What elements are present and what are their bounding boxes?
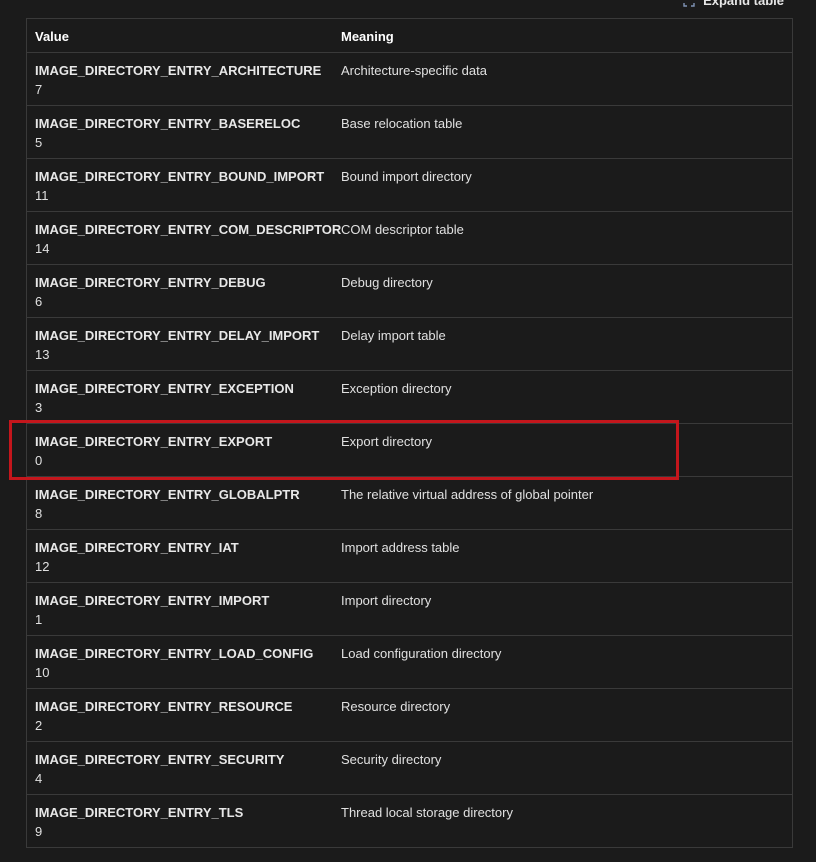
- meaning-cell: Import address table: [341, 539, 460, 555]
- constant-name: IMAGE_DIRECTORY_ENTRY_ARCHITECTURE: [35, 62, 322, 78]
- constant-name: IMAGE_DIRECTORY_ENTRY_TLS: [35, 804, 244, 820]
- table-row: IMAGE_DIRECTORY_ENTRY_DELAY_IMPORT 13 De…: [27, 317, 792, 370]
- constant-value: 7: [35, 81, 43, 97]
- value-cell: IMAGE_DIRECTORY_ENTRY_IAT 12: [27, 529, 333, 582]
- constant-name: IMAGE_DIRECTORY_ENTRY_RESOURCE: [35, 698, 293, 714]
- constant-name: IMAGE_DIRECTORY_ENTRY_IMPORT: [35, 592, 270, 608]
- constant-value: 5: [35, 134, 43, 150]
- meaning-cell: Architecture-specific data: [341, 62, 487, 78]
- constant-value: 12: [35, 558, 50, 574]
- value-cell: IMAGE_DIRECTORY_ENTRY_BOUND_IMPORT 11: [27, 158, 333, 211]
- constant-name: IMAGE_DIRECTORY_ENTRY_DELAY_IMPORT: [35, 327, 320, 343]
- value-cell: IMAGE_DIRECTORY_ENTRY_ARCHITECTURE 7: [27, 52, 333, 105]
- constant-value: 1: [35, 611, 43, 627]
- value-cell: IMAGE_DIRECTORY_ENTRY_GLOBALPTR 8: [27, 476, 333, 529]
- page: Expand table Value Meaning IMAGE_DIRECTO…: [0, 0, 816, 862]
- expand-table-label: Expand table: [703, 0, 784, 8]
- meaning-cell: Thread local storage directory: [341, 804, 513, 820]
- meaning-cell: Exception directory: [341, 380, 452, 396]
- table-row: IMAGE_DIRECTORY_ENTRY_COM_DESCRIPTOR 14 …: [27, 211, 792, 264]
- expand-table-button[interactable]: Expand table: [683, 0, 784, 8]
- meaning-cell: Bound import directory: [341, 168, 472, 184]
- table-row: IMAGE_DIRECTORY_ENTRY_TLS 9 Thread local…: [27, 794, 792, 847]
- value-cell: IMAGE_DIRECTORY_ENTRY_RESOURCE 2: [27, 688, 333, 741]
- table-row: IMAGE_DIRECTORY_ENTRY_IMPORT 1 Import di…: [27, 582, 792, 635]
- meaning-cell: Resource directory: [341, 698, 451, 714]
- table-body: IMAGE_DIRECTORY_ENTRY_ARCHITECTURE 7 Arc…: [27, 52, 792, 847]
- constant-value: 4: [35, 770, 43, 786]
- value-cell: IMAGE_DIRECTORY_ENTRY_EXPORT 0: [27, 423, 333, 476]
- constant-name: IMAGE_DIRECTORY_ENTRY_GLOBALPTR: [35, 486, 300, 502]
- constant-name: IMAGE_DIRECTORY_ENTRY_COM_DESCRIPTOR: [35, 221, 342, 237]
- meaning-cell: Import directory: [341, 592, 432, 608]
- data-table: Value Meaning IMAGE_DIRECTORY_ENTRY_ARCH…: [26, 18, 793, 848]
- constant-value: 9: [35, 823, 43, 839]
- constant-name: IMAGE_DIRECTORY_ENTRY_IAT: [35, 539, 239, 555]
- meaning-cell: Debug directory: [341, 274, 433, 290]
- table-row: IMAGE_DIRECTORY_ENTRY_EXCEPTION 3 Except…: [27, 370, 792, 423]
- value-cell: IMAGE_DIRECTORY_ENTRY_EXCEPTION 3: [27, 370, 333, 423]
- constant-value: 2: [35, 717, 43, 733]
- constant-name: IMAGE_DIRECTORY_ENTRY_DEBUG: [35, 274, 266, 290]
- table-row: IMAGE_DIRECTORY_ENTRY_GLOBALPTR 8 The re…: [27, 476, 792, 529]
- constant-value: 11: [35, 187, 49, 203]
- meaning-cell: Security directory: [341, 751, 442, 767]
- value-cell: IMAGE_DIRECTORY_ENTRY_IMPORT 1: [27, 582, 333, 635]
- meaning-cell: Base relocation table: [341, 115, 463, 131]
- expand-icon: [683, 0, 695, 7]
- constant-name: IMAGE_DIRECTORY_ENTRY_EXPORT: [35, 433, 273, 449]
- table-header-row: Value Meaning: [27, 19, 792, 52]
- value-cell: IMAGE_DIRECTORY_ENTRY_TLS 9: [27, 794, 333, 847]
- meaning-cell: Load configuration directory: [341, 645, 502, 661]
- table-row: IMAGE_DIRECTORY_ENTRY_SECURITY 4 Securit…: [27, 741, 792, 794]
- meaning-cell: The relative virtual address of global p…: [341, 486, 594, 502]
- table-row: IMAGE_DIRECTORY_ENTRY_DEBUG 6 Debug dire…: [27, 264, 792, 317]
- meaning-cell: Delay import table: [341, 327, 446, 343]
- table-row-highlighted: IMAGE_DIRECTORY_ENTRY_EXPORT 0 Export di…: [27, 423, 792, 476]
- constant-value: 6: [35, 293, 43, 309]
- constant-value: 13: [35, 346, 50, 362]
- table-row: IMAGE_DIRECTORY_ENTRY_BOUND_IMPORT 11 Bo…: [27, 158, 792, 211]
- header-value: Value: [35, 29, 69, 44]
- value-cell: IMAGE_DIRECTORY_ENTRY_LOAD_CONFIG 10: [27, 635, 333, 688]
- value-cell: IMAGE_DIRECTORY_ENTRY_DELAY_IMPORT 13: [27, 317, 333, 370]
- table-row: IMAGE_DIRECTORY_ENTRY_LOAD_CONFIG 10 Loa…: [27, 635, 792, 688]
- constant-name: IMAGE_DIRECTORY_ENTRY_BOUND_IMPORT: [35, 168, 325, 184]
- header-meaning: Meaning: [341, 29, 394, 44]
- value-cell: IMAGE_DIRECTORY_ENTRY_COM_DESCRIPTOR 14: [27, 211, 342, 264]
- constant-name: IMAGE_DIRECTORY_ENTRY_LOAD_CONFIG: [35, 645, 314, 661]
- constant-name: IMAGE_DIRECTORY_ENTRY_SECURITY: [35, 751, 285, 767]
- value-cell: IMAGE_DIRECTORY_ENTRY_SECURITY 4: [27, 741, 333, 794]
- meaning-cell: Export directory: [341, 433, 433, 449]
- constant-value: 8: [35, 505, 43, 521]
- table-row: IMAGE_DIRECTORY_ENTRY_BASERELOC 5 Base r…: [27, 105, 792, 158]
- constant-name: IMAGE_DIRECTORY_ENTRY_EXCEPTION: [35, 380, 294, 396]
- constant-value: 10: [35, 664, 50, 680]
- constant-name: IMAGE_DIRECTORY_ENTRY_BASERELOC: [35, 115, 301, 131]
- meaning-cell: COM descriptor table: [341, 221, 464, 237]
- constant-value: 14: [35, 240, 50, 256]
- value-cell: IMAGE_DIRECTORY_ENTRY_DEBUG 6: [27, 264, 333, 317]
- table-row: IMAGE_DIRECTORY_ENTRY_RESOURCE 2 Resourc…: [27, 688, 792, 741]
- constant-value: 3: [35, 399, 43, 415]
- table-row: IMAGE_DIRECTORY_ENTRY_IAT 12 Import addr…: [27, 529, 792, 582]
- constant-value: 0: [35, 452, 43, 468]
- table-row: IMAGE_DIRECTORY_ENTRY_ARCHITECTURE 7 Arc…: [27, 52, 792, 105]
- value-cell: IMAGE_DIRECTORY_ENTRY_BASERELOC 5: [27, 105, 333, 158]
